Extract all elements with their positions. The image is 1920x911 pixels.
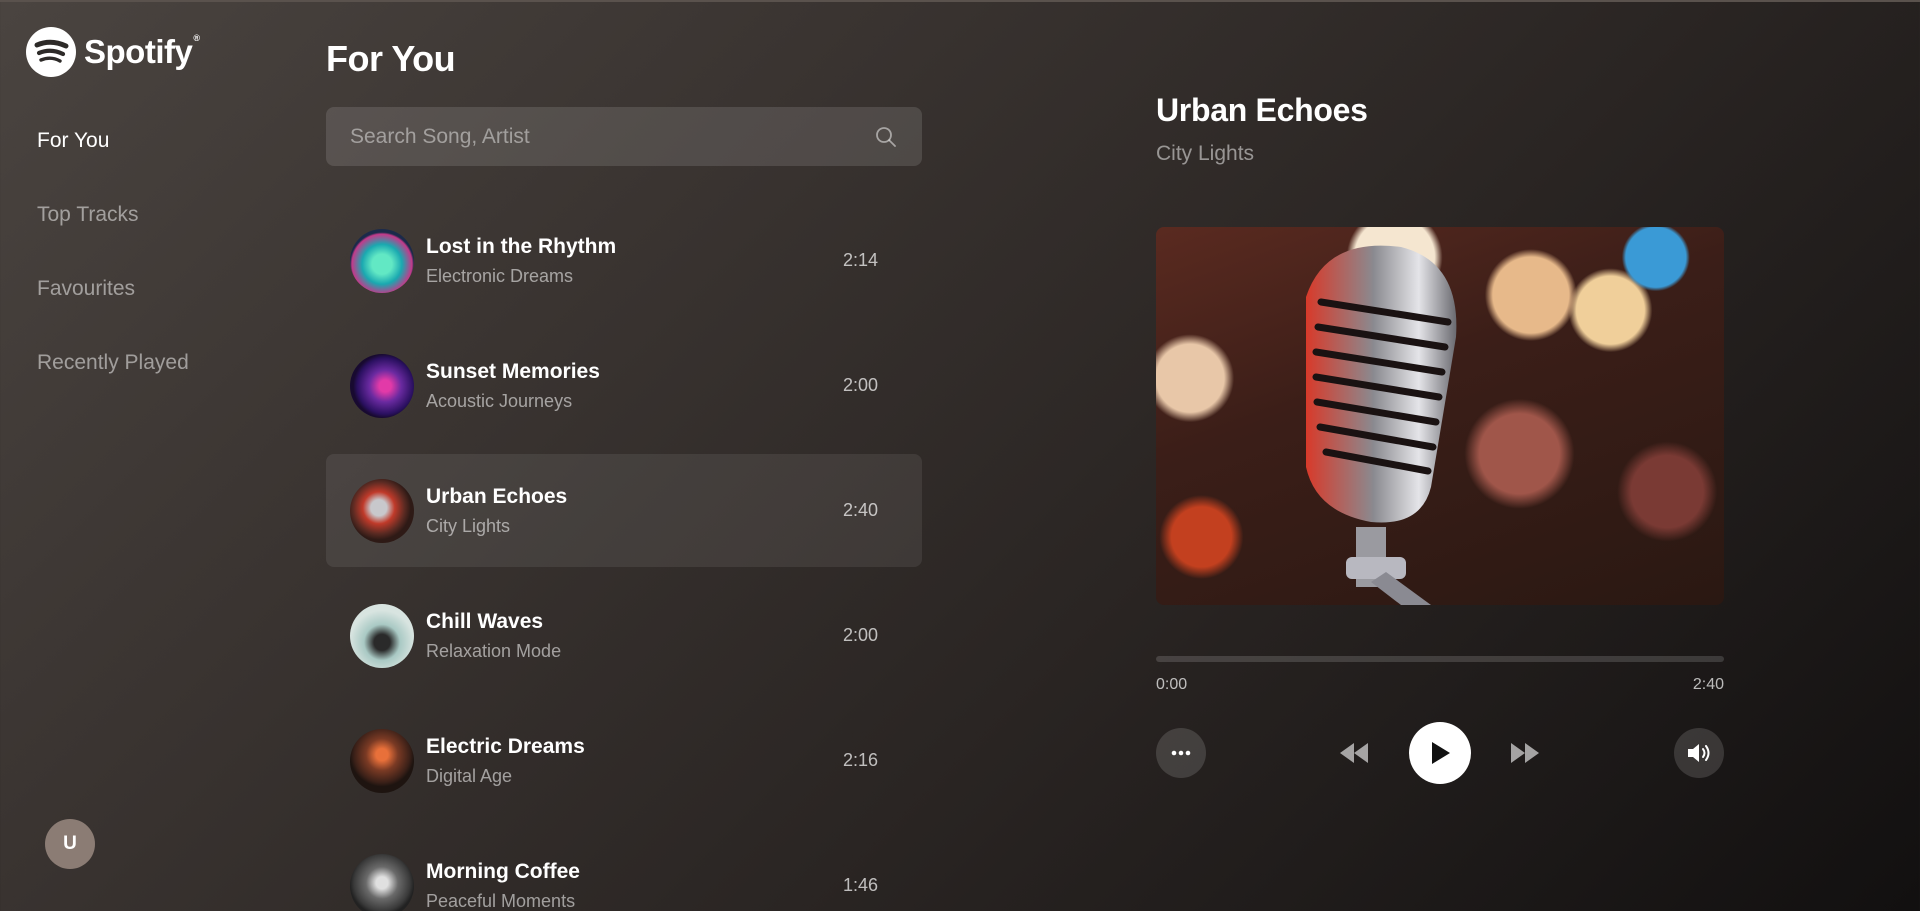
track-row[interactable]: Morning Coffee Peaceful Moments 1:46 [326,829,922,911]
track-row[interactable]: Sunset Memories Acoustic Journeys 2:00 [326,329,922,442]
track-duration: 2:00 [842,375,878,395]
rewind-icon [1340,743,1368,763]
search-input[interactable] [350,124,874,149]
total-time: 2:40 [1692,676,1724,693]
track-list: Lost in the Rhythm Electronic Dreams 2:1… [326,204,922,911]
now-playing-artist: City Lights [1156,142,1255,165]
track-duration: 2:16 [842,750,878,770]
play-button[interactable] [1409,722,1471,784]
track-cover-image [350,853,414,911]
sidebar-item-for-you[interactable]: For You [37,126,189,200]
playback-progress-bar[interactable] [1156,656,1724,662]
track-cover-image [350,478,414,543]
spotify-logo[interactable]: Spotify® [26,27,200,77]
track-title: Chill Waves [426,609,544,633]
more-options-button[interactable] [1156,728,1206,778]
track-cover-image [350,728,414,793]
volume-icon [1688,744,1710,762]
track-artist: City Lights [426,515,511,536]
track-artist: Electronic Dreams [426,265,574,286]
now-playing-panel: Urban Echoes City Lights 0:00 2:40 [1156,0,1724,911]
track-row[interactable]: Chill Waves Relaxation Mode 2:00 [326,579,922,692]
sidebar-nav: For You Top Tracks Favourites Recently P… [37,126,189,422]
track-artist: Acoustic Journeys [426,390,573,411]
sidebar-item-top-tracks[interactable]: Top Tracks [37,200,189,274]
fast-forward-icon [1511,743,1539,763]
album-cover-image [1156,227,1724,605]
sidebar: Spotify® For You Top Tracks Favourites R… [0,0,300,911]
play-icon [1432,742,1450,764]
track-cover-image [350,228,414,293]
current-time: 0:00 [1156,676,1188,693]
track-title: Urban Echoes [426,484,568,508]
track-row[interactable]: Electric Dreams Digital Age 2:16 [326,704,922,817]
track-cover-image [350,603,414,668]
track-duration: 2:00 [842,625,878,645]
logo-text: Spotify® [84,33,200,70]
spotify-logo-icon [26,27,76,77]
track-list-panel: For You Lost in the Rhythm Electronic Dr… [326,0,922,911]
search-icon[interactable] [874,125,898,149]
track-cover-image [350,353,414,418]
track-duration: 1:46 [842,875,878,895]
player-controls [1156,722,1724,784]
track-row[interactable]: Lost in the Rhythm Electronic Dreams 2:1… [326,204,922,317]
track-title: Lost in the Rhythm [426,234,617,258]
sidebar-item-recently-played[interactable]: Recently Played [37,348,189,422]
more-dots-icon [1171,750,1191,756]
track-title: Sunset Memories [426,359,600,383]
track-artist: Relaxation Mode [426,640,562,661]
track-artist: Digital Age [426,765,513,786]
volume-button[interactable] [1674,728,1724,778]
track-duration: 2:40 [842,500,878,520]
track-title: Morning Coffee [426,859,580,883]
sidebar-item-favourites[interactable]: Favourites [37,274,189,348]
track-duration: 2:14 [842,250,878,270]
avatar[interactable]: U [45,819,95,869]
track-row-active[interactable]: Urban Echoes City Lights 2:40 [326,454,922,567]
page-title: For You [326,38,456,79]
track-title: Electric Dreams [426,734,585,758]
search-bar [326,107,922,166]
previous-track-button[interactable] [1337,738,1371,768]
now-playing-title: Urban Echoes [1156,92,1368,128]
track-artist: Peaceful Moments [426,890,576,911]
next-track-button[interactable] [1508,738,1542,768]
